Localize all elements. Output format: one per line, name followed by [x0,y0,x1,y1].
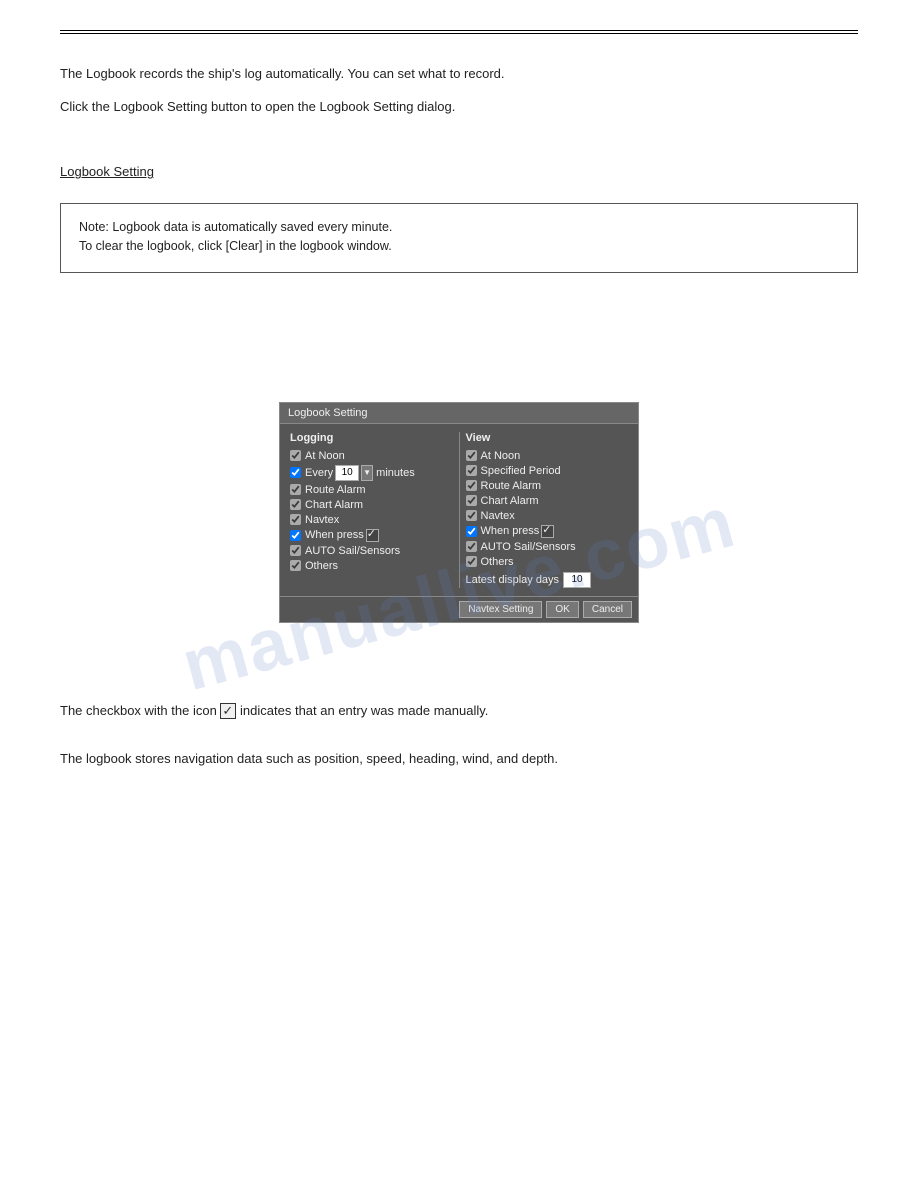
bottom-para-1: The checkbox with the icon indicates tha… [60,701,858,722]
logging-when-press-label: When press [305,529,364,541]
logging-others-checkbox[interactable] [290,560,301,571]
latest-display-days-label: Latest display days [466,574,560,586]
view-auto-sail-checkbox[interactable] [466,541,477,552]
logging-route-alarm-checkbox[interactable] [290,484,301,495]
view-chart-alarm-row: Chart Alarm [466,495,629,507]
ok-button[interactable]: OK [546,601,578,618]
manual-entry-icon [220,703,236,719]
logging-auto-sail-label: AUTO Sail/Sensors [305,545,400,557]
logging-at-noon-row: At Noon [290,450,453,462]
body-para-2: Click the Logbook Setting button to open… [60,97,858,118]
view-route-alarm-checkbox[interactable] [466,480,477,491]
view-navtex-label: Navtex [481,510,515,522]
logbook-setting-dialog: Logbook Setting Logging At Noon Every [279,402,639,623]
page-container: manuallive.com The Logbook records the s… [0,0,918,1188]
view-when-press-row: When press [466,525,629,538]
logging-navtex-label: Navtex [305,514,339,526]
dialog-footer: Navtex Setting OK Cancel [280,596,638,622]
logging-auto-sail-checkbox[interactable] [290,545,301,556]
logging-navtex-row: Navtex [290,514,453,526]
latest-display-days-input[interactable] [563,572,591,588]
logging-others-row: Others [290,560,453,572]
top-rule [60,30,858,34]
logging-route-alarm-row: Route Alarm [290,484,453,496]
logging-route-alarm-label: Route Alarm [305,484,366,496]
logging-chart-alarm-checkbox[interactable] [290,499,301,510]
body-para-4: Logbook Setting [60,162,858,183]
body-para-3 [60,130,858,151]
logging-others-label: Others [305,560,338,572]
view-when-press-icon [541,525,554,538]
view-at-noon-row: At Noon [466,450,629,462]
view-route-alarm-row: Route Alarm [466,480,629,492]
view-chart-alarm-checkbox[interactable] [466,495,477,506]
navtex-setting-button[interactable]: Navtex Setting [459,601,542,618]
logging-auto-sail-row: AUTO Sail/Sensors [290,545,453,557]
bottom-para-2: The logbook stores navigation data such … [60,749,858,770]
view-navtex-checkbox[interactable] [466,510,477,521]
view-at-noon-checkbox[interactable] [466,450,477,461]
body-para-7 [60,369,858,390]
view-route-alarm-label: Route Alarm [481,480,542,492]
logging-every-input[interactable] [335,465,359,481]
view-when-press-label: When press [481,525,540,537]
bottom-section: The checkbox with the icon indicates tha… [60,653,858,771]
info-box-text-2: To clear the logbook, click [Clear] in t… [79,239,392,253]
view-others-row: Others [466,556,629,568]
view-at-noon-label: At Noon [481,450,521,462]
body-para-6 [60,336,858,357]
dialog-wrapper: Logbook Setting Logging At Noon Every [60,402,858,623]
logging-every-label: Every [305,467,333,479]
view-navtex-row: Navtex [466,510,629,522]
logging-chart-alarm-label: Chart Alarm [305,499,363,511]
logging-column: Logging At Noon Every ▼ minutes [286,432,457,588]
cancel-button[interactable]: Cancel [583,601,632,618]
logbook-setting-link[interactable]: Logbook Setting [60,164,154,179]
info-box: Note: Logbook data is automatically save… [60,203,858,273]
logging-navtex-checkbox[interactable] [290,514,301,525]
view-column: View At Noon Specified Period Rout [462,432,633,588]
body-para-5 [60,303,858,324]
view-auto-sail-row: AUTO Sail/Sensors [466,541,629,553]
view-specified-period-checkbox[interactable] [466,465,477,476]
view-title: View [466,432,629,444]
logging-every-row: Every ▼ minutes [290,465,453,481]
logging-when-press-checkbox[interactable] [290,530,301,541]
latest-display-days-row: Latest display days [466,572,629,588]
dialog-body: Logging At Noon Every ▼ minutes [280,424,638,596]
view-chart-alarm-label: Chart Alarm [481,495,539,507]
info-box-text-1: Note: Logbook data is automatically save… [79,220,392,234]
logging-when-press-icon [366,529,379,542]
logging-at-noon-checkbox[interactable] [290,450,301,461]
logging-title: Logging [290,432,453,444]
view-specified-period-label: Specified Period [481,465,561,477]
view-others-checkbox[interactable] [466,556,477,567]
logging-chart-alarm-row: Chart Alarm [290,499,453,511]
logging-at-noon-label: At Noon [305,450,345,462]
dialog-title: Logbook Setting [280,403,638,424]
view-when-press-checkbox[interactable] [466,526,477,537]
view-others-label: Others [481,556,514,568]
logging-every-dropdown[interactable]: ▼ [361,465,373,481]
dialog-col-divider [459,432,460,588]
logging-every-unit: minutes [373,467,415,479]
logging-when-press-row: When press [290,529,453,542]
logging-every-checkbox[interactable] [290,467,301,478]
body-para-1: The Logbook records the ship's log autom… [60,64,858,85]
view-specified-period-row: Specified Period [466,465,629,477]
view-auto-sail-label: AUTO Sail/Sensors [481,541,576,553]
